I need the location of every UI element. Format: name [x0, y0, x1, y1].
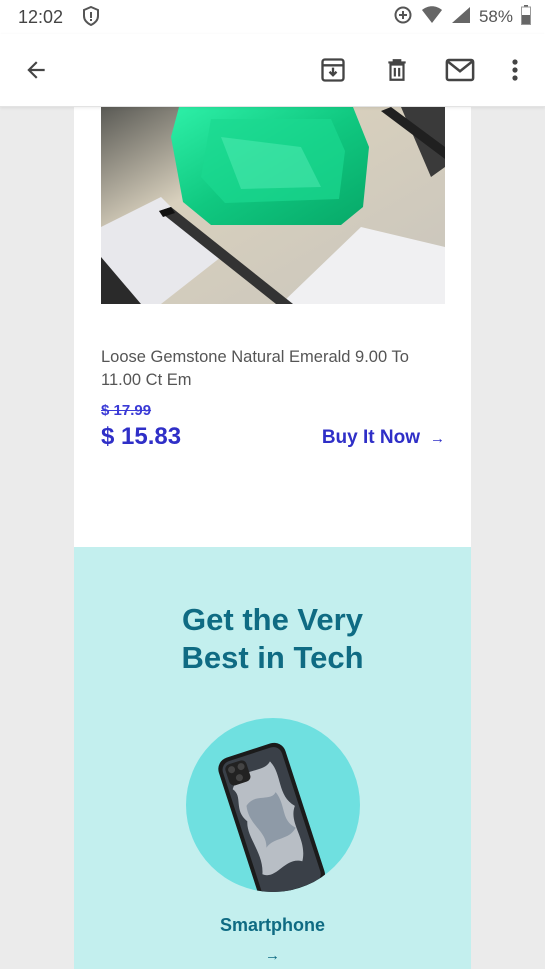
tech-section: Get the Very Best in Tech Smartphone →	[74, 547, 471, 969]
battery-percent: 58%	[478, 7, 513, 26]
arrow-right-icon[interactable]: →	[74, 947, 471, 964]
back-arrow-icon[interactable]	[18, 52, 54, 88]
arrow-right-icon: →	[430, 429, 445, 447]
buy-it-now-label: Buy It Now	[321, 427, 420, 448]
product-title[interactable]: Loose Gemstone Natural Emerald 9.00 To 1…	[101, 346, 441, 392]
mail-icon[interactable]	[442, 52, 478, 88]
smartphone-link[interactable]: Smartphone	[74, 915, 471, 936]
signal-icon	[451, 6, 471, 29]
email-toolbar	[0, 34, 545, 107]
more-vert-icon[interactable]	[497, 52, 533, 88]
product-image[interactable]	[101, 107, 445, 304]
smartphone-image[interactable]	[186, 718, 360, 892]
status-bar: 12:02 58%	[0, 0, 545, 34]
status-time: 12:02	[18, 7, 64, 27]
sale-price: $ 15.83	[101, 423, 182, 450]
data-saver-icon	[393, 5, 413, 30]
tech-heading: Get the Very Best in Tech	[181, 602, 364, 675]
archive-icon[interactable]	[315, 52, 351, 88]
email-body: Loose Gemstone Natural Emerald 9.00 To 1…	[0, 107, 545, 969]
product-card: Loose Gemstone Natural Emerald 9.00 To 1…	[74, 107, 471, 547]
battery-icon	[521, 4, 531, 30]
buy-it-now-link[interactable]: Buy It Now →	[322, 427, 445, 449]
status-right: 58%	[393, 4, 531, 30]
wifi-icon	[421, 5, 443, 29]
trash-icon[interactable]	[379, 52, 415, 88]
original-price: $ 17.99	[101, 402, 152, 419]
shield-icon	[82, 5, 100, 27]
